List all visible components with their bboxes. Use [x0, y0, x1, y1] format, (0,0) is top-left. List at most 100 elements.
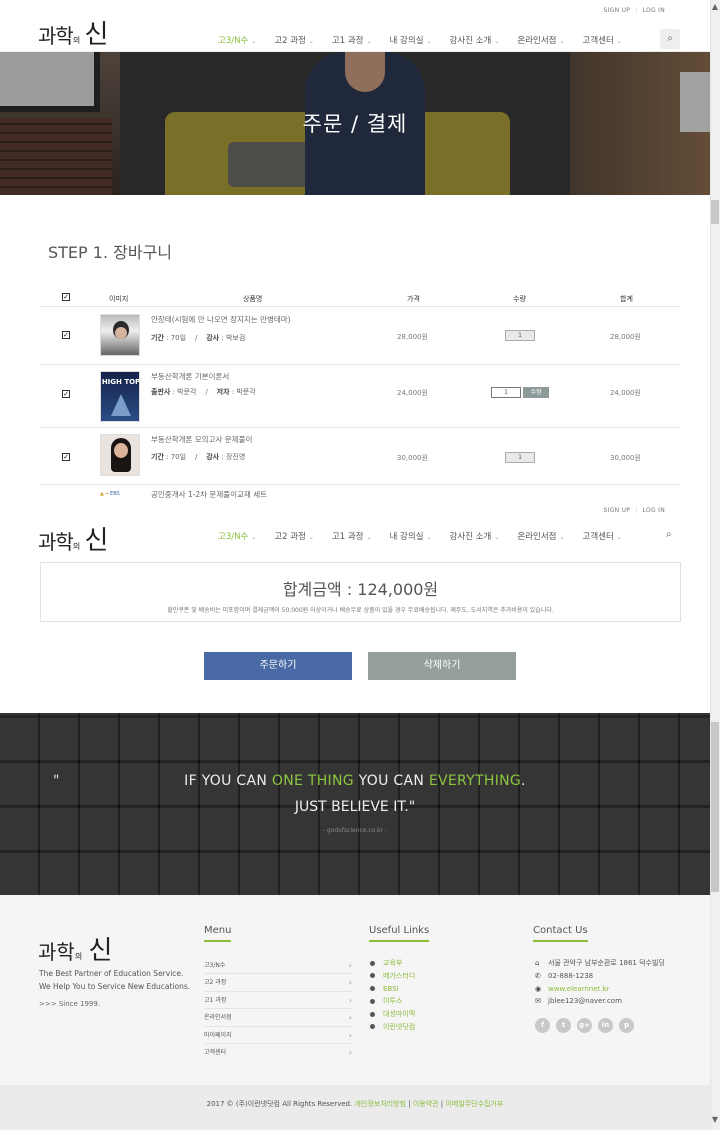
- twitter-icon[interactable]: t: [556, 1018, 571, 1033]
- row-total: 28,000원: [610, 333, 641, 341]
- scrollbar-thumb[interactable]: [711, 200, 719, 224]
- col-product: 상품명: [243, 295, 263, 303]
- social-links: f t g+ in p: [535, 1018, 640, 1033]
- quote-line-1: IF YOU CAN ONE THING YOU CAN EVERYTHING.: [184, 773, 526, 789]
- chevron-down-icon: ⌄: [251, 534, 257, 541]
- nav-item-bookstore[interactable]: 온라인서점 ⌄: [517, 530, 564, 542]
- table-row: ▲ ━ EBS 공인중개사 1-2차 문제풀이교재 세트: [100, 489, 268, 500]
- footer-menu-item[interactable]: 고3/N수 ›: [204, 957, 352, 975]
- useful-link[interactable]: 메가스터디: [370, 970, 415, 983]
- step-title: STEP 1. 장바구니: [48, 243, 173, 262]
- footer-menu: 고3/N수 › 고2 과정 › 고1 과정 › 온라인서점 › 마이페이지 › 고객센터 ›: [204, 957, 352, 1061]
- chevron-down-icon: ⌄: [559, 534, 565, 541]
- table-row: ✓ HIGH TOP 부동산학개론 기본이론서 출판사 : 박문각 / 저자 :…: [40, 365, 680, 428]
- top-links: SIGN UP | LOG IN: [598, 507, 670, 514]
- nav-item-grade1[interactable]: 고1 과정 ⌄: [332, 530, 372, 542]
- signup-link[interactable]: SIGN UP: [598, 507, 635, 514]
- chevron-down-icon: ⌄: [426, 38, 432, 45]
- quote-banner: " IF YOU CAN ONE THING YOU CAN EVERYTHIN…: [0, 713, 710, 895]
- select-all-checkbox[interactable]: ✓: [62, 293, 70, 301]
- bullet-icon: [370, 1024, 375, 1030]
- contact-info: ⌂ 서울 관악구 남부순환로 1861 덕수빌딩 ✆ 02-888-1238 ◉ ww…: [535, 957, 665, 1008]
- bullet-icon: [370, 998, 375, 1004]
- contact-heading: Contact Us: [533, 925, 588, 942]
- contact-website[interactable]: ◉ www.elearnnet.kr: [535, 983, 665, 996]
- scroll-up-icon[interactable]: ▲: [711, 2, 719, 12]
- site-logo[interactable]: 과학의 신: [38, 14, 108, 51]
- menu-heading: Menu: [204, 925, 232, 942]
- main-nav: 고3/N수 ⌄ 고2 과정 ⌄ 고1 과정 ⌄ 내 강의실 ⌄ 강사진 소개 ⌄ 온라인서…: [218, 530, 640, 542]
- footer-menu-item[interactable]: 고1 과정 ›: [204, 992, 352, 1010]
- product-name[interactable]: 공인중개사 1-2차 문제풀이교재 세트: [151, 489, 267, 500]
- login-link[interactable]: LOG IN: [638, 7, 670, 14]
- row-total: 24,000원: [610, 389, 641, 397]
- chevron-down-icon: ⌄: [616, 534, 622, 541]
- nav-item-instructors[interactable]: 강사진 소개 ⌄: [450, 530, 500, 542]
- row-checkbox[interactable]: ✓: [62, 453, 70, 461]
- footer-menu-item[interactable]: 고객센터 ›: [204, 1044, 352, 1061]
- useful-links-heading: Useful Links: [369, 925, 430, 942]
- google-plus-icon[interactable]: g+: [577, 1018, 592, 1033]
- chevron-down-icon: ⌄: [494, 38, 500, 45]
- useful-link[interactable]: 대성마이맥: [370, 1008, 415, 1021]
- chevron-right-icon: ›: [348, 1047, 352, 1057]
- footer-menu-item[interactable]: 마이페이지 ›: [204, 1027, 352, 1044]
- chevron-down-icon: ⌄: [494, 534, 500, 541]
- total-amount: 합계금액 : 124,000원: [282, 580, 439, 599]
- quote-line-2: JUST BELIEVE IT.": [294, 799, 416, 815]
- product-name[interactable]: 부동산학개론 기본이론서: [151, 371, 229, 382]
- scroll-down-icon[interactable]: ▼: [711, 1115, 719, 1125]
- signup-link[interactable]: SIGN UP: [598, 7, 635, 14]
- copyright-text: 2017 © (주)이런넷닷컴 All Rights Reserved.: [206, 1100, 353, 1108]
- col-image: 이미지: [109, 295, 129, 303]
- linkedin-icon[interactable]: in: [598, 1018, 613, 1033]
- product-name[interactable]: 안창태(시험에 안 나오면 장지지는 만병테마): [151, 314, 291, 325]
- row-checkbox[interactable]: ✓: [62, 331, 70, 339]
- footer-menu-item[interactable]: 온라인서점 ›: [204, 1009, 352, 1027]
- product-price: 30,000원: [397, 454, 428, 462]
- vertical-scrollbar[interactable]: ▲ ▼: [710, 0, 720, 1130]
- scrollbar-thumb[interactable]: [711, 722, 719, 892]
- update-quantity-button[interactable]: 수정: [523, 387, 549, 398]
- useful-link[interactable]: 교육부: [370, 957, 415, 970]
- search-icon[interactable]: ⌕: [660, 29, 680, 49]
- delete-button[interactable]: 삭제하기: [368, 652, 516, 680]
- useful-link[interactable]: 이투스: [370, 995, 415, 1008]
- footer-description: The Best Partner of Education Service. W…: [39, 969, 191, 991]
- login-link[interactable]: LOG IN: [638, 507, 670, 514]
- contact-email[interactable]: ✉ jblee123@naver.com: [535, 995, 665, 1008]
- chevron-right-icon: ›: [348, 961, 352, 970]
- useful-link[interactable]: EBSi: [370, 983, 415, 996]
- footer-menu-item[interactable]: 고2 과정 ›: [204, 974, 352, 992]
- facebook-icon[interactable]: f: [535, 1018, 550, 1033]
- quote-source: - godofscience.co.kr -: [322, 827, 388, 834]
- terms-link[interactable]: 이용약관: [413, 1100, 439, 1108]
- order-button[interactable]: 주문하기: [204, 652, 352, 680]
- quantity-input[interactable]: 1: [491, 387, 521, 398]
- product-name[interactable]: 부동산학개론 모의고사 문제풀이: [151, 434, 252, 445]
- chevron-right-icon: ›: [348, 1013, 352, 1023]
- footer-logo[interactable]: 과학의 신: [38, 930, 112, 967]
- useful-link[interactable]: 이런넷닷컴: [370, 1021, 415, 1034]
- cart-table: ✓ 이미지 상품명 가격 수량 합계 ✓ 안창태(시험에 안 나오면 장지지는 …: [40, 287, 680, 499]
- globe-icon: ◉: [535, 984, 542, 993]
- nav-item-support[interactable]: 고객센터 ⌄: [583, 530, 622, 542]
- search-icon[interactable]: ⌕: [666, 529, 672, 540]
- product-image: HIGH TOP: [100, 371, 140, 422]
- site-logo[interactable]: 과학의 신: [38, 520, 108, 557]
- product-image: [100, 434, 140, 476]
- pinterest-icon[interactable]: p: [619, 1018, 634, 1033]
- nav-item-my-classroom[interactable]: 내 강의실 ⌄: [390, 530, 432, 542]
- privacy-link[interactable]: 개인정보처리방침: [354, 1100, 406, 1108]
- site-footer: 과학의 신 The Best Partner of Education Serv…: [0, 895, 710, 1086]
- email-policy-link[interactable]: 이메일무단수집거부: [445, 1100, 503, 1108]
- phone-icon: ✆: [535, 971, 541, 980]
- row-checkbox[interactable]: ✓: [62, 390, 70, 398]
- product-price: 28,000원: [397, 333, 428, 341]
- site-header: 과학의 신 SIGN UP | LOG IN 고3/N수 ⌄ 고2 과정 ⌄ 고1 과정…: [0, 0, 710, 56]
- nav-item-grade3[interactable]: 고3/N수 ⌄: [218, 530, 256, 542]
- bullet-icon: [370, 1011, 375, 1017]
- quantity-field: 1: [505, 330, 535, 341]
- nav-item-grade2[interactable]: 고2 과정 ⌄: [274, 530, 314, 542]
- product-price: 24,000원: [397, 389, 428, 397]
